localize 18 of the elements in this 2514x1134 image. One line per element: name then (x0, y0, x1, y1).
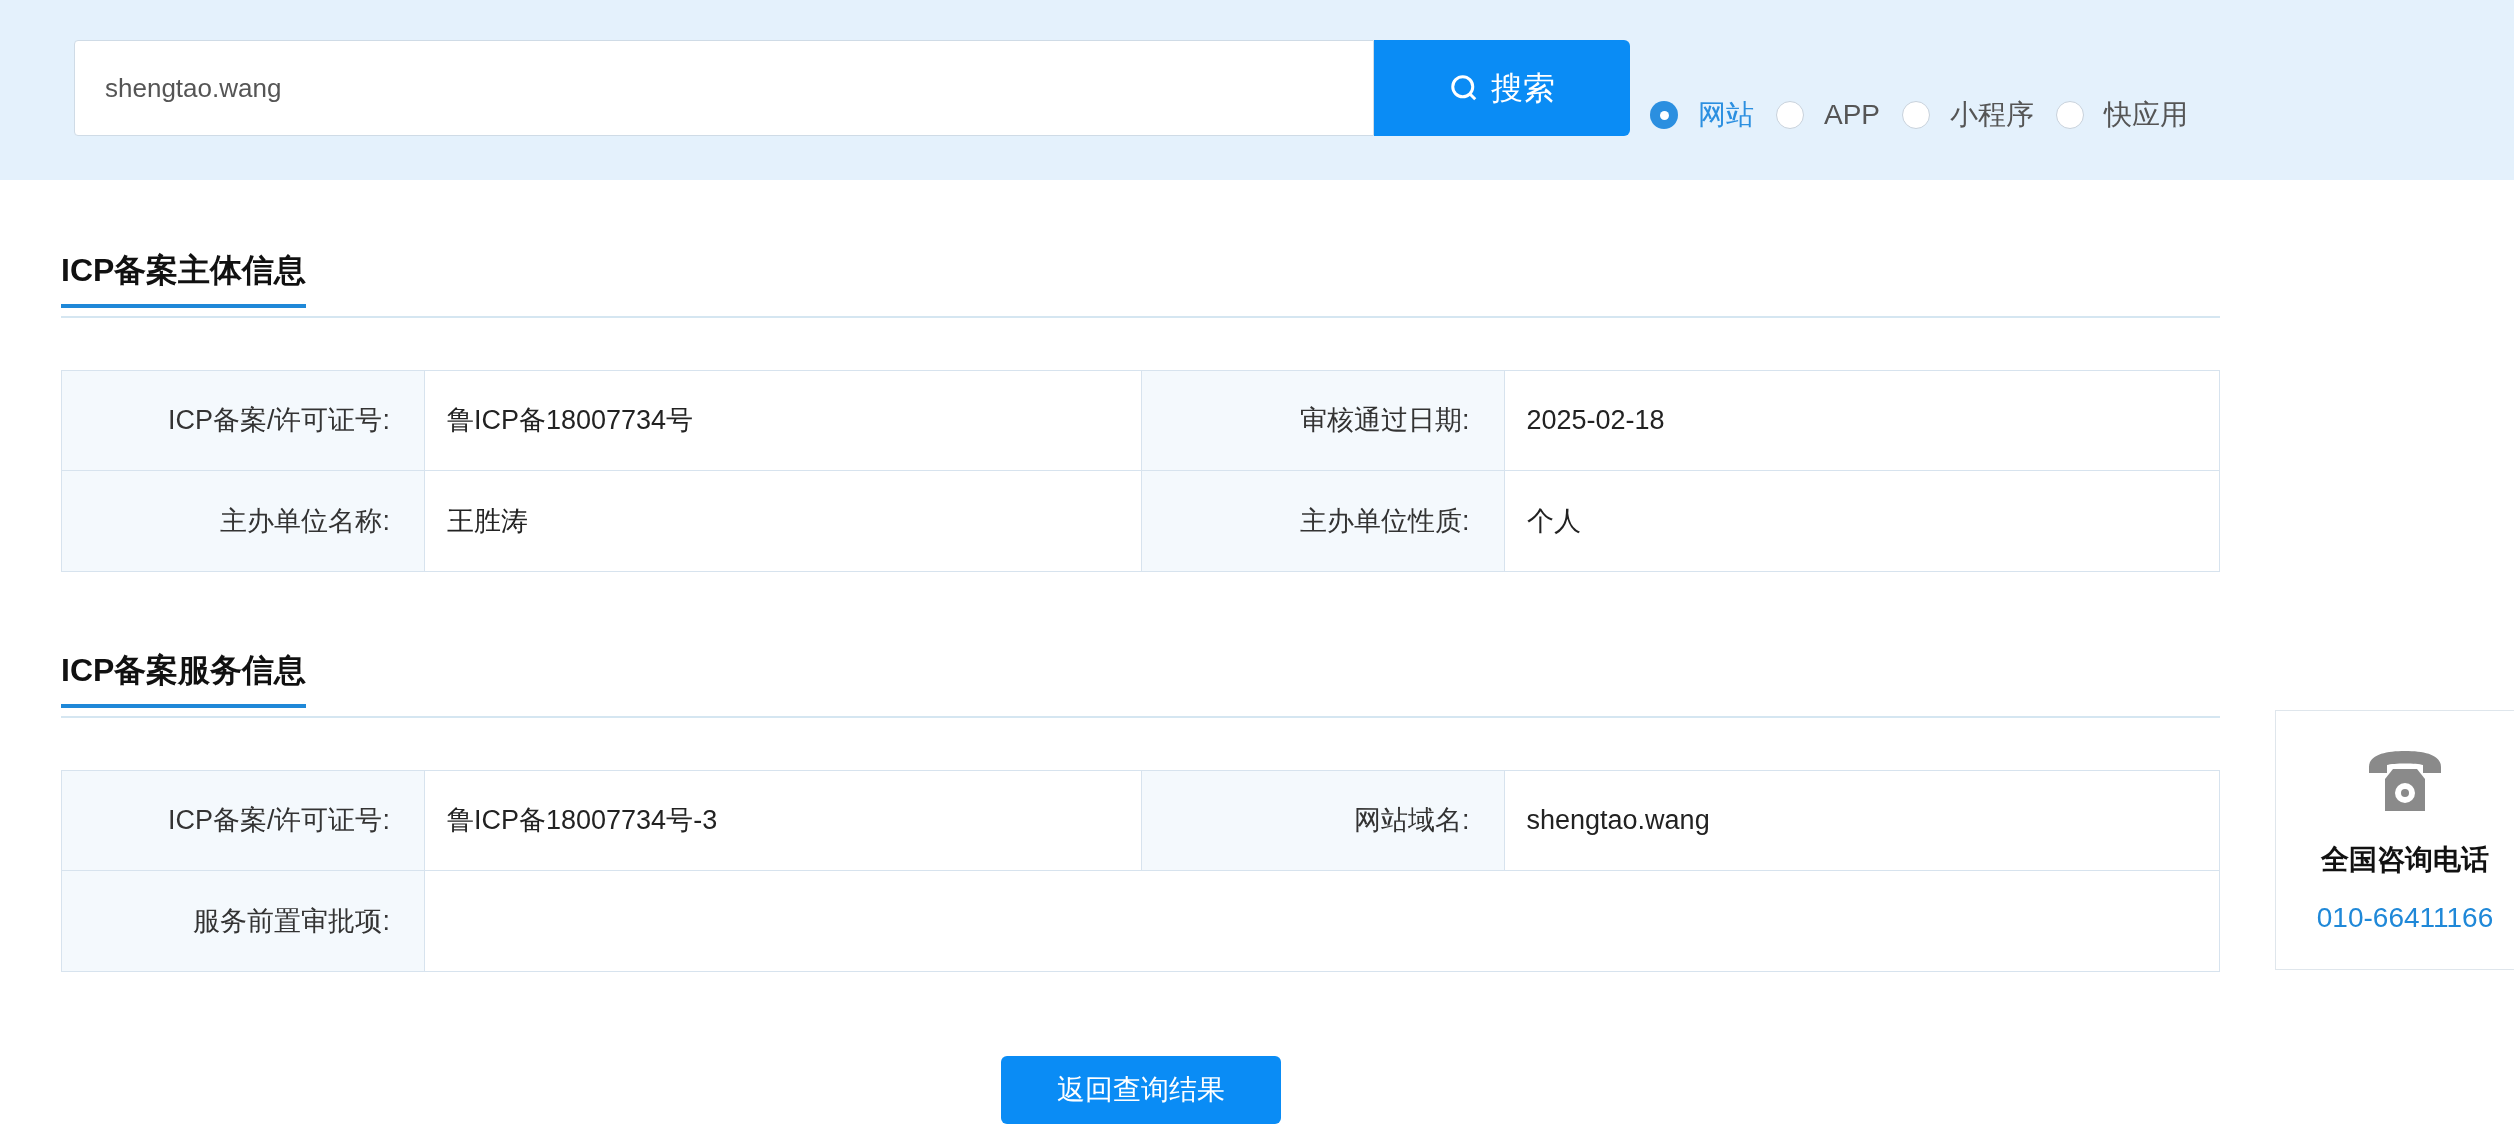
type-radio[interactable]: 快应用 (2056, 94, 2209, 136)
hotline-title: 全国咨询电话 (2321, 843, 2489, 877)
field-label: ICP备案/许可证号: (62, 371, 425, 470)
field-label: 审核通过日期: (1141, 371, 1505, 470)
type-radio[interactable]: 小程序 (1902, 94, 2055, 136)
search-icon (1449, 73, 1479, 103)
field-label: 网站域名: (1141, 771, 1505, 870)
field-label: 服务前置审批项: (62, 871, 425, 971)
field-label: ICP备案/许可证号: (62, 771, 425, 870)
field-label: 主办单位名称: (62, 471, 425, 571)
type-radio[interactable]: APP (1776, 94, 1901, 136)
hotline-phone: 010-66411166 (2316, 901, 2494, 935)
search-field[interactable]: shengtao.wang (74, 40, 1374, 136)
search-button[interactable]: 搜索 (1374, 40, 1630, 136)
section-title: ICP备案主体信息 (61, 246, 306, 308)
section-title: ICP备案服务信息 (61, 646, 306, 708)
field-label: 主办单位性质: (1141, 471, 1505, 571)
back-button[interactable]: 返回查询结果 (1000, 1056, 1281, 1124)
